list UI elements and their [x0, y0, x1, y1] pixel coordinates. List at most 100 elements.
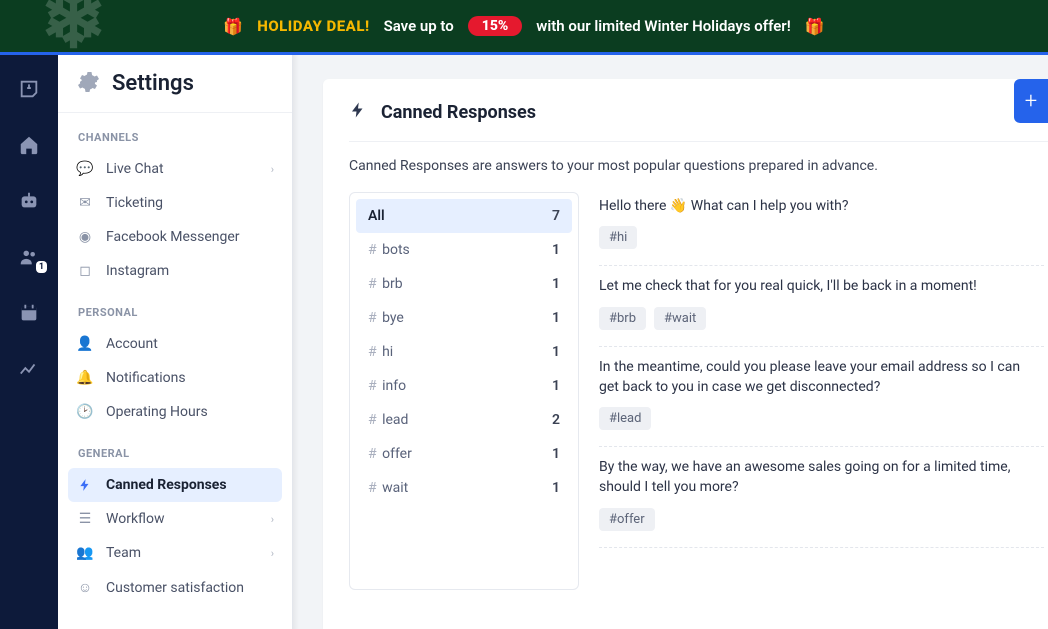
inbox-icon [18, 78, 40, 100]
tag-count: 2 [552, 412, 560, 428]
tag-chip[interactable]: #lead [599, 407, 651, 430]
snowflake-icon: ❄ [40, 0, 107, 55]
response-text: Hello there 👋 What can I help you with? [599, 196, 1038, 216]
response-text: By the way, we have an awesome sales goi… [599, 457, 1038, 498]
bolt-icon [76, 478, 94, 492]
hash-icon: # [368, 378, 380, 394]
bolt-icon [349, 101, 367, 123]
hash-icon: # [368, 446, 380, 462]
tag-count: 1 [552, 446, 560, 462]
home-icon [18, 134, 40, 156]
gear-icon [76, 70, 100, 98]
section-personal: PERSONAL [58, 288, 292, 327]
hash-icon: # [368, 412, 380, 428]
nav-operating-hours[interactable]: 🕑 Operating Hours [58, 395, 292, 429]
tag-filter-hi[interactable]: # hi1 [356, 335, 572, 369]
response-text: In the meantime, could you please leave … [599, 357, 1038, 398]
nav-label: Customer satisfaction [106, 580, 244, 596]
tag-count: 1 [552, 480, 560, 496]
nav-fb-messenger[interactable]: ◉ Facebook Messenger [58, 220, 292, 254]
hash-icon: # [368, 310, 380, 326]
response-tags: #brb #wait [599, 307, 1038, 330]
nav-label: Facebook Messenger [106, 229, 240, 245]
tag-count: 1 [552, 378, 560, 394]
team-icon: 👥 [76, 545, 94, 561]
tag-chip[interactable]: #wait [654, 307, 706, 330]
tag-filter-lead[interactable]: # lead 2 [356, 403, 572, 437]
banner-rest: with our limited Winter Holidays offer! [536, 17, 790, 35]
nav-label: Notifications [106, 370, 186, 386]
tag-label: brb [382, 276, 402, 292]
chevron-right-icon: › [271, 513, 274, 526]
tag-label: hi [382, 344, 393, 360]
responses-list: Hello there 👋 What can I help you with? #… [599, 192, 1048, 590]
hash-icon: # [368, 242, 380, 258]
rail-bot[interactable] [17, 189, 41, 213]
nav-csat[interactable]: ☺ Customer satisfaction [58, 570, 292, 605]
tag-count: 1 [552, 242, 560, 258]
chat-icon: 💬 [76, 161, 94, 177]
holiday-banner[interactable]: ❄ 🎁 HOLIDAY DEAL! Save up to 15% with ou… [0, 0, 1048, 55]
tag-label: lead [382, 412, 408, 428]
rail-inbox[interactable] [17, 77, 41, 101]
chevron-right-icon: › [271, 547, 274, 560]
messenger-icon: ◉ [76, 229, 94, 245]
instagram-icon: ◻ [76, 263, 94, 279]
section-general: GENERAL [58, 429, 292, 468]
nav-workflow[interactable]: ☰ Workflow › [58, 502, 292, 536]
nav-canned-responses[interactable]: Canned Responses [68, 468, 282, 502]
chart-icon [18, 358, 40, 380]
response-item[interactable]: In the meantime, could you please leave … [599, 347, 1044, 448]
hash-icon: # [368, 344, 380, 360]
tag-filter-brb[interactable]: # brb 1 [356, 267, 572, 301]
page-title: Settings [112, 71, 194, 96]
nav-instagram[interactable]: ◻ Instagram [58, 254, 292, 288]
tag-filter-offer[interactable]: # offer1 [356, 437, 572, 471]
tag-filter-info[interactable]: # info1 [356, 369, 572, 403]
hash-icon: # [368, 276, 380, 292]
response-item[interactable]: Let me check that for you real quick, I'… [599, 266, 1044, 346]
tag-filter-wait[interactable]: # wait1 [356, 471, 572, 505]
rail-analytics[interactable] [17, 357, 41, 381]
mail-icon: ✉ [76, 195, 94, 211]
list-icon: ☰ [76, 511, 94, 527]
user-icon: 👤 [76, 336, 94, 352]
bot-icon [18, 190, 40, 212]
settings-sidebar: Settings CHANNELS 💬 Live Chat › ✉ Ticket… [58, 55, 293, 629]
chevron-right-icon: › [271, 163, 274, 176]
response-text: Let me check that for you real quick, I'… [599, 276, 1038, 296]
response-item[interactable]: By the way, we have an awesome sales goi… [599, 447, 1044, 548]
tag-label: All [368, 208, 385, 224]
nav-ticketing[interactable]: ✉ Ticketing [58, 186, 292, 220]
nav-account[interactable]: 👤 Account [58, 327, 292, 361]
panel-title: Canned Responses [381, 102, 536, 123]
main-rail: 1 [0, 55, 58, 629]
tag-label: bye [382, 310, 404, 326]
nav-notifications[interactable]: 🔔 Notifications [58, 361, 292, 395]
nav-label: Canned Responses [106, 477, 227, 493]
tag-count: 1 [552, 276, 560, 292]
panel-description: Canned Responses are answers to your mos… [349, 142, 1048, 192]
nav-label: Instagram [106, 263, 169, 279]
tag-label: wait [382, 480, 408, 496]
tag-chip[interactable]: #hi [599, 226, 637, 249]
tag-chip[interactable]: #offer [599, 508, 655, 531]
response-item[interactable]: Hello there 👋 What can I help you with? #… [599, 192, 1044, 266]
add-response-button[interactable]: + [1014, 79, 1048, 123]
nav-label: Team [106, 545, 141, 561]
tag-filter-bye[interactable]: # bye1 [356, 301, 572, 335]
tag-count: 7 [552, 208, 560, 224]
rail-calendar[interactable] [17, 301, 41, 325]
rail-home[interactable] [17, 133, 41, 157]
clock-icon: 🕑 [76, 404, 94, 420]
section-channels: CHANNELS [58, 113, 292, 152]
nav-live-chat[interactable]: 💬 Live Chat › [58, 152, 292, 186]
tag-filter-all[interactable]: All 7 [356, 199, 572, 233]
calendar-icon [18, 302, 40, 324]
tag-filter-bots[interactable]: # bots1 [356, 233, 572, 267]
nav-label: Live Chat [106, 161, 164, 177]
response-tags: #offer [599, 508, 1038, 531]
rail-contacts[interactable]: 1 [17, 245, 41, 269]
nav-team[interactable]: 👥 Team › [58, 536, 292, 570]
tag-chip[interactable]: #brb [599, 307, 646, 330]
